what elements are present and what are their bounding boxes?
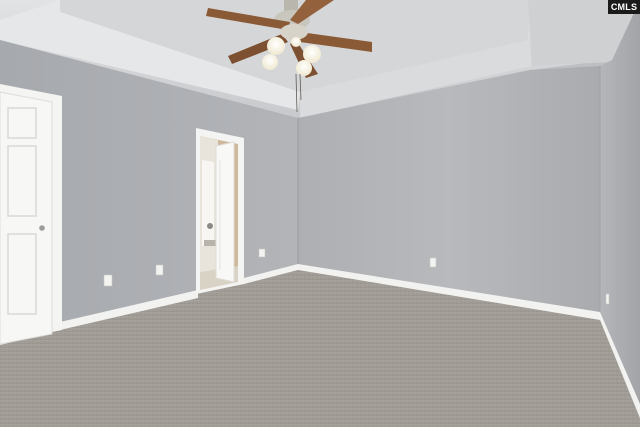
outlet xyxy=(155,264,164,276)
room-illustration xyxy=(0,0,640,427)
outlet xyxy=(258,248,266,258)
closet-door xyxy=(0,84,62,345)
bathroom-doorway xyxy=(196,128,244,294)
outlet xyxy=(429,257,437,268)
bedroom-photo: CMLS xyxy=(0,0,640,427)
outlet xyxy=(103,274,113,287)
cmls-watermark: CMLS xyxy=(608,0,640,14)
outlet xyxy=(605,293,610,305)
